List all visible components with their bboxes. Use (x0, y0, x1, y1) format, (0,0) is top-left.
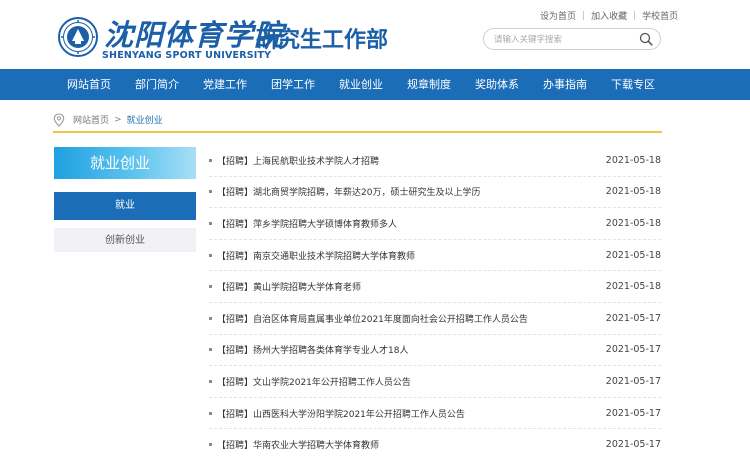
search-box (483, 28, 661, 50)
list-item[interactable]: 【招聘】南京交通职业技术学院招聘大学体育教师 2021-05-18 (209, 240, 661, 272)
main-nav: 网站首页 部门简介 党建工作 团学工作 就业创业 规章制度 奖助体系 办事指南 … (0, 69, 750, 100)
news-title[interactable]: 【招聘】华南农业大学招聘大学体育教师 (217, 438, 606, 451)
news-date: 2021-05-18 (605, 217, 661, 229)
bullet-icon (209, 221, 212, 225)
news-date: 2021-05-17 (605, 439, 661, 451)
nav-item-employment[interactable]: 就业创业 (327, 69, 395, 100)
university-emblem-icon[interactable] (58, 17, 98, 57)
school-homepage-link[interactable]: 学校首页 (642, 9, 678, 22)
breadcrumb-separator: > (114, 114, 122, 125)
news-date: 2021-05-18 (605, 154, 661, 166)
list-item[interactable]: 【招聘】上海民航职业技术学院人才招聘 2021-05-18 (209, 145, 661, 177)
news-date: 2021-05-17 (605, 375, 661, 387)
news-title[interactable]: 【招聘】上海民航职业技术学院人才招聘 (217, 154, 606, 167)
sidebar-title: 就业创业 (54, 147, 196, 179)
nav-item-league-work[interactable]: 团学工作 (259, 69, 327, 100)
add-favorite-link[interactable]: 加入收藏 (591, 9, 627, 22)
nav-item-scholarship[interactable]: 奖助体系 (463, 69, 531, 100)
nav-item-guide[interactable]: 办事指南 (531, 69, 599, 100)
bullet-icon (209, 443, 212, 447)
breadcrumb-home-link[interactable]: 网站首页 (73, 113, 109, 126)
list-item[interactable]: 【招聘】华南农业大学招聘大学体育教师 2021-05-17 (209, 429, 661, 456)
sidebar-item-employment[interactable]: 就业 (54, 192, 196, 220)
news-title[interactable]: 【招聘】黄山学院招聘大学体育老师 (217, 280, 606, 293)
list-item[interactable]: 【招聘】山西医科大学汾阳学院2021年公开招聘工作人员公告 2021-05-17 (209, 398, 661, 430)
bullet-icon (209, 379, 212, 383)
sidebar-item-innovation[interactable]: 创新创业 (54, 228, 196, 252)
nav-item-department[interactable]: 部门简介 (123, 69, 191, 100)
bullet-icon (209, 348, 212, 352)
top-link-divider: | (633, 10, 637, 21)
breadcrumb-current[interactable]: 就业创业 (127, 113, 163, 126)
news-date: 2021-05-17 (605, 312, 661, 324)
news-date: 2021-05-18 (605, 281, 661, 293)
breadcrumb: 网站首页 > 就业创业 (53, 108, 662, 133)
news-date: 2021-05-17 (605, 344, 661, 356)
news-title[interactable]: 【招聘】自治区体育局直属事业单位2021年度面向社会公开招聘工作人员公告 (217, 312, 606, 325)
list-item[interactable]: 【招聘】文山学院2021年公开招聘工作人员公告 2021-05-17 (209, 366, 661, 398)
bullet-icon (209, 316, 212, 320)
list-item[interactable]: 【招聘】黄山学院招聘大学体育老师 2021-05-18 (209, 271, 661, 303)
bullet-icon (209, 253, 212, 257)
location-pin-icon (53, 112, 65, 127)
site-header: 沈阳体育学院 SHENYANG SPORT UNIVERSITY 研究生工作部 … (0, 0, 750, 69)
news-title[interactable]: 【招聘】湖北商贸学院招聘，年薪达20万，硕士研究生及以上学历 (217, 185, 606, 198)
bullet-icon (209, 285, 212, 289)
news-list: 【招聘】上海民航职业技术学院人才招聘 2021-05-18 【招聘】湖北商贸学院… (209, 145, 661, 456)
search-icon[interactable] (639, 32, 653, 46)
list-item[interactable]: 【招聘】自治区体育局直属事业单位2021年度面向社会公开招聘工作人员公告 202… (209, 303, 661, 335)
news-date: 2021-05-18 (605, 186, 661, 198)
bullet-icon (209, 411, 212, 415)
site-title: 研究生工作部 (256, 28, 389, 53)
list-item[interactable]: 【招聘】扬州大学招聘各类体育学专业人才18人 2021-05-17 (209, 335, 661, 367)
news-title[interactable]: 【招聘】山西医科大学汾阳学院2021年公开招聘工作人员公告 (217, 407, 606, 420)
news-date: 2021-05-17 (605, 407, 661, 419)
nav-item-party-building[interactable]: 党建工作 (191, 69, 259, 100)
university-logo-english: SHENYANG SPORT UNIVERSITY (102, 50, 272, 61)
search-input[interactable] (494, 33, 634, 46)
top-links: 设为首页 | 加入收藏 | 学校首页 (540, 9, 678, 23)
list-item[interactable]: 【招聘】萍乡学院招聘大学硕博体育教师多人 2021-05-18 (209, 208, 661, 240)
list-item[interactable]: 【招聘】湖北商贸学院招聘，年薪达20万，硕士研究生及以上学历 2021-05-1… (209, 177, 661, 209)
news-title[interactable]: 【招聘】南京交通职业技术学院招聘大学体育教师 (217, 249, 606, 262)
bullet-icon (209, 190, 212, 194)
news-title[interactable]: 【招聘】萍乡学院招聘大学硕博体育教师多人 (217, 217, 606, 230)
nav-item-downloads[interactable]: 下载专区 (599, 69, 667, 100)
bullet-icon (209, 158, 212, 162)
news-title[interactable]: 【招聘】文山学院2021年公开招聘工作人员公告 (217, 375, 606, 388)
nav-item-home[interactable]: 网站首页 (55, 69, 123, 100)
nav-item-regulations[interactable]: 规章制度 (395, 69, 463, 100)
news-date: 2021-05-18 (605, 249, 661, 261)
top-link-divider: | (582, 10, 586, 21)
set-homepage-link[interactable]: 设为首页 (540, 9, 576, 22)
news-title[interactable]: 【招聘】扬州大学招聘各类体育学专业人才18人 (217, 343, 606, 356)
